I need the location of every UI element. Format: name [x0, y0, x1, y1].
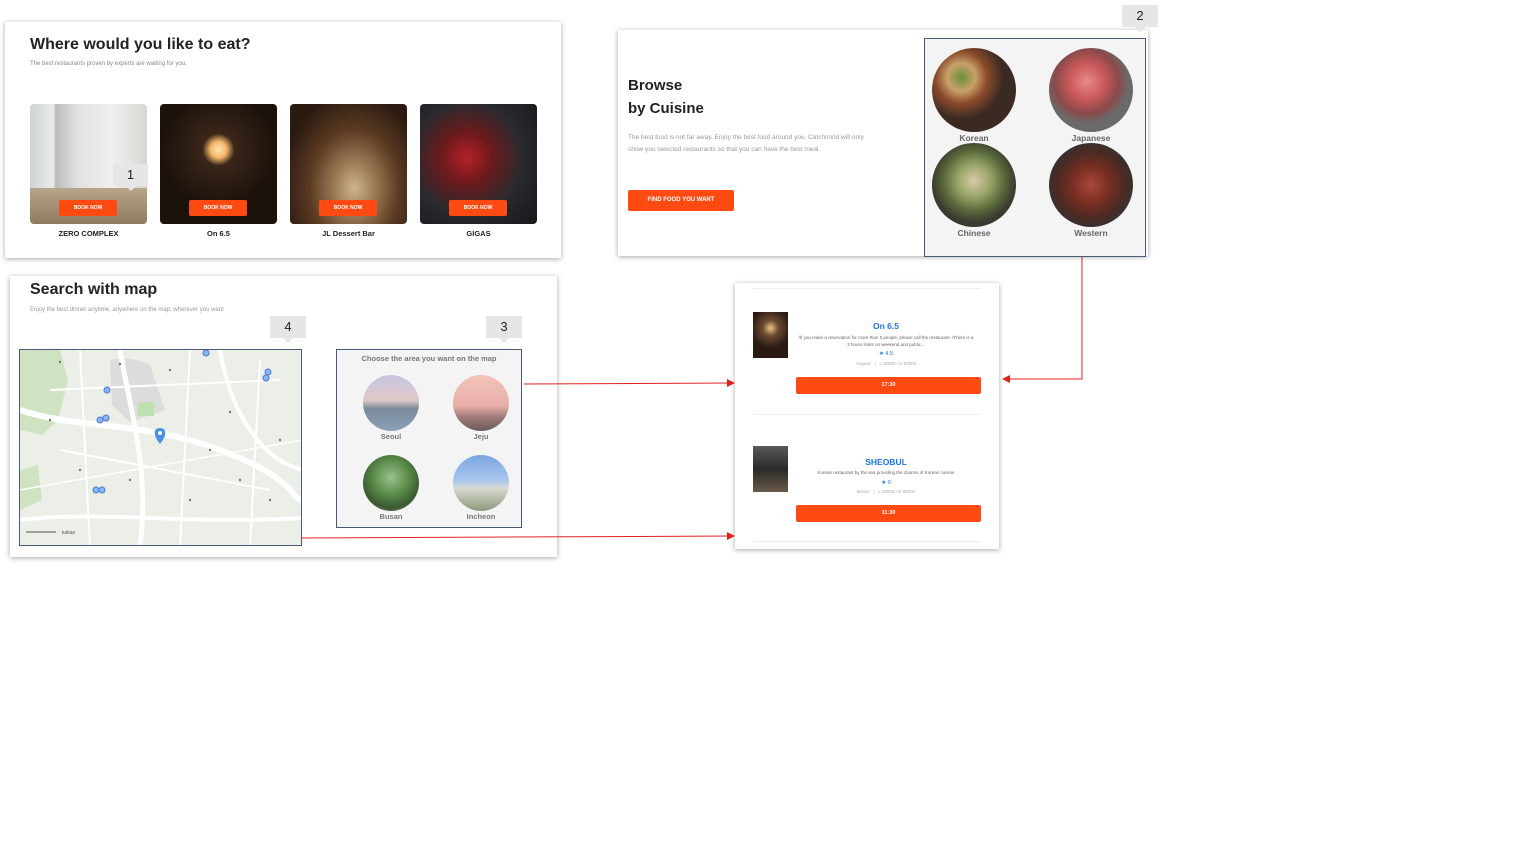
result-meta: Angsuk | L 30000 / D 50000 — [855, 361, 917, 366]
result-thumbnail — [753, 312, 788, 358]
browse-cuisine-panel: Browse by Cuisine The best food is not f… — [618, 30, 1148, 257]
cuisine-label: Korean — [959, 133, 989, 143]
result-name[interactable]: On 6.5 — [797, 321, 975, 331]
cuisine-label: Japanese — [1071, 133, 1111, 143]
book-now-button[interactable]: BOOK NOW — [189, 200, 247, 216]
cuisine-grid: Korean Japanese Chinese Western — [924, 38, 1146, 257]
result-description: /If you make a reservation for more than… — [798, 335, 974, 347]
book-now-button[interactable]: BOOK NOW — [319, 200, 377, 216]
result-description: Korean restaurant by the sea providing t… — [817, 470, 955, 475]
cuisine-chinese[interactable]: Chinese — [929, 143, 1019, 238]
callout-tag-4: 4 — [270, 316, 306, 343]
incheon-image — [453, 455, 509, 511]
map-search-subtitle: Enjoy the best dinner anytime, anywhere … — [30, 307, 224, 313]
restaurant-name: On 6.5 — [207, 229, 230, 238]
area-label: Jeju — [473, 432, 489, 441]
showcase-subtitle: The best restaurants proven by experts a… — [30, 61, 187, 67]
callout-tag-3: 3 — [486, 316, 522, 343]
callout-tag-2: 2 — [1122, 5, 1158, 32]
area-incheon[interactable]: Incheon — [446, 455, 516, 521]
area-label: Seoul — [380, 432, 402, 441]
busan-image — [363, 455, 419, 511]
cuisine-japanese[interactable]: Japanese — [1046, 48, 1136, 143]
result-name[interactable]: SHEOBUL — [797, 457, 975, 467]
western-food-image — [1049, 143, 1133, 227]
area-busan[interactable]: Busan — [356, 455, 426, 521]
arrow-cuisine-to-results — [1002, 257, 1083, 383]
restaurant-card-on-6-5[interactable]: BOOK NOW — [160, 104, 277, 224]
restaurant-name: ZERO COMPLEX — [58, 229, 119, 238]
result-location: Angsuk — [855, 361, 871, 366]
cuisine-label: Chinese — [957, 228, 991, 238]
result-meta: Busan | L 38000 / D 98000 — [856, 489, 916, 494]
map-search-title: Search with map — [30, 281, 158, 298]
map-view[interactable]: kakao — [19, 349, 302, 546]
result-rating: ★ 4.5 — [878, 351, 894, 357]
result-location: Busan — [856, 489, 870, 494]
browse-description: The best food is not far away. Enjoy the… — [628, 134, 864, 153]
showcase-title: Where would you like to eat? — [30, 36, 251, 53]
area-heading: Choose the area you want on the map — [361, 354, 497, 363]
result-price: L 38000 / D 98000 — [878, 489, 916, 494]
area-label: Incheon — [466, 512, 496, 521]
cuisine-label: Western — [1074, 228, 1108, 238]
restaurant-name: GIGAS — [466, 229, 491, 238]
divider — [753, 414, 981, 415]
result-price: L 30000 / D 50000 — [879, 361, 917, 366]
cuisine-korean[interactable]: Korean — [929, 48, 1019, 143]
browse-title-line2: by Cuisine — [628, 100, 704, 117]
divider — [753, 288, 981, 289]
time-slot-button[interactable]: 11:30 — [796, 505, 981, 522]
area-label: Busan — [379, 512, 403, 521]
area-seoul[interactable]: Seoul — [356, 375, 426, 441]
time-slot-button[interactable]: 17:30 — [796, 377, 981, 394]
restaurant-card-gigas[interactable]: BOOK NOW — [420, 104, 537, 224]
restaurant-showcase-panel: Where would you like to eat? The best re… — [5, 22, 561, 258]
browse-title: Browse by Cuisine — [628, 74, 704, 120]
browse-title-line1: Browse — [628, 77, 683, 94]
result-thumbnail — [753, 446, 788, 492]
seoul-image — [363, 375, 419, 431]
map-graphic: kakao — [20, 350, 301, 545]
result-rating: ★ 0 — [881, 480, 891, 486]
area-chooser: Choose the area you want on the map Seou… — [336, 349, 522, 528]
chinese-food-image — [932, 143, 1016, 227]
area-jeju[interactable]: Jeju — [446, 375, 516, 441]
korean-food-image — [932, 48, 1016, 132]
restaurant-card-jl-dessert-bar[interactable]: BOOK NOW — [290, 104, 407, 224]
restaurant-name: JL Dessert Bar — [322, 229, 375, 238]
map-attribution: kakao — [62, 530, 76, 536]
find-food-button[interactable]: FIND FOOD YOU WANT — [628, 190, 734, 211]
callout-tag-1: 1 — [113, 164, 148, 191]
cuisine-western[interactable]: Western — [1046, 143, 1136, 238]
book-now-button[interactable]: BOOK NOW — [59, 200, 117, 216]
divider — [753, 541, 981, 542]
japanese-food-image — [1049, 48, 1133, 132]
jeju-image — [453, 375, 509, 431]
results-panel: On 6.5 /If you make a reservation for mo… — [735, 283, 999, 549]
book-now-button[interactable]: BOOK NOW — [449, 200, 507, 216]
